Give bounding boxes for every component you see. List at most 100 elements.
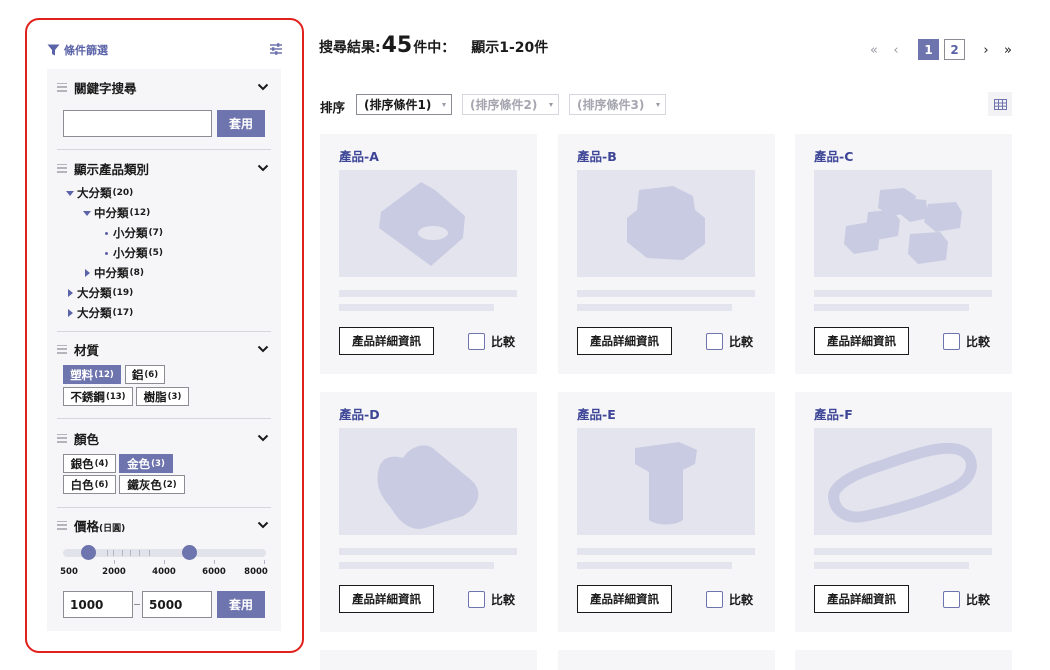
product-name[interactable]: 產品-E [577,404,616,423]
category-label: 大分類 [77,286,112,300]
price-min-handle[interactable] [81,545,96,560]
compare-checkbox[interactable] [706,591,723,608]
color-section-label: 顏色 [74,431,100,447]
prev-page-icon[interactable]: ‹ [890,39,902,61]
product-image[interactable] [814,170,992,277]
product-name[interactable]: 產品-B [577,146,617,165]
sort-select-2[interactable]: (排序條件2) [462,94,559,115]
category-tree-item[interactable]: 大分類 (17) [68,305,133,321]
compare-checkbox[interactable] [468,591,485,608]
price-max-input[interactable]: 5000 [142,591,212,618]
compare-label[interactable]: 比較 [966,591,990,608]
material-section-header[interactable]: 材質 [57,339,273,359]
product-card[interactable]: 產品-E 產品詳細資訊 比較 [558,392,775,632]
color-chip[interactable]: 鐵灰色 (2) [119,475,185,494]
color-section-header[interactable]: 顏色 [57,428,273,448]
product-card[interactable]: 產品-B 產品詳細資訊 比較 [558,134,775,374]
category-tree-item[interactable]: 大分類 (19) [68,285,133,301]
product-card[interactable]: 產品-F 產品詳細資訊 比較 [795,392,1012,632]
text-placeholder [814,548,992,555]
product-detail-button[interactable]: 產品詳細資訊 [339,585,434,613]
chevron-down-icon[interactable] [257,519,269,531]
price-apply-button[interactable]: 套用 [217,591,265,618]
drag-handle-icon[interactable] [57,433,67,443]
compare-checkbox[interactable] [943,333,960,350]
keyword-section-header[interactable]: 關鍵字搜尋 [57,77,273,97]
category-label: 大分類 [77,306,112,320]
product-image[interactable] [814,428,992,535]
category-tree-item[interactable]: 小分類 (5) [105,245,163,261]
price-min-input[interactable]: 1000 [63,591,133,618]
product-card[interactable]: 產品-D 產品詳細資訊 比較 [320,392,537,632]
compare-label[interactable]: 比較 [491,333,515,350]
product-detail-button[interactable]: 產品詳細資訊 [339,327,434,355]
chip-count: (3) [151,458,165,469]
first-page-icon[interactable]: « [868,39,880,61]
category-tree-item[interactable]: 大分類 (20) [66,185,133,201]
sort-select-1[interactable]: (排序條件1) [356,94,452,115]
compare-label[interactable]: 比較 [966,333,990,350]
page-button-2[interactable]: 2 [944,39,965,60]
product-image[interactable] [339,428,517,535]
compare-label[interactable]: 比較 [491,591,515,608]
product-detail-button[interactable]: 產品詳細資訊 [814,585,909,613]
chevron-down-icon[interactable] [257,343,269,355]
product-detail-button[interactable]: 產品詳細資訊 [577,327,672,355]
category-tree-item[interactable]: 中分類 (12) [83,205,150,221]
bullet-icon [105,251,108,255]
product-card[interactable]: 產品-C 產品詳細資訊 比較 [795,134,1012,374]
compare-checkbox[interactable] [943,591,960,608]
keyword-search-input[interactable] [63,110,212,137]
material-chip[interactable]: 塑料 (12) [63,365,121,384]
drag-handle-icon[interactable] [57,163,67,173]
chip-label: 樹脂 [143,389,167,404]
keyword-apply-button[interactable]: 套用 [217,110,265,137]
t-shaped-pin-image [635,442,697,525]
drag-handle-icon[interactable] [57,82,67,92]
next-page-icon[interactable]: › [980,39,992,61]
product-card-partial[interactable] [558,650,775,670]
product-card-partial[interactable] [795,650,1012,670]
chevron-down-icon[interactable] [257,81,269,93]
grid-view-icon [993,98,1007,110]
last-page-icon[interactable]: » [1002,39,1014,61]
chevron-down-icon[interactable] [257,432,269,444]
compare-label[interactable]: 比較 [729,591,753,608]
compare-checkbox[interactable] [706,333,723,350]
price-max-handle[interactable] [182,545,197,560]
material-chip[interactable]: 樹脂 (3) [136,387,189,406]
drag-handle-icon[interactable] [57,520,67,530]
product-name[interactable]: 產品-F [814,404,853,423]
product-detail-button[interactable]: 產品詳細資訊 [577,585,672,613]
product-name[interactable]: 產品-D [339,404,380,423]
filter-panel: 關鍵字搜尋 套用 顯示產品類別 大分類 (20) 中分類 (12) 小分類 (7) 小… [47,69,281,631]
category-tree-item[interactable]: 中分類 (8) [85,265,144,281]
category-tree-item[interactable]: 小分類 (7) [105,225,163,241]
sort-select-3[interactable]: (排序條件3) [569,94,666,115]
color-chip[interactable]: 銀色 (4) [63,454,116,473]
product-name[interactable]: 產品-A [339,146,379,165]
color-chip[interactable]: 白色 (6) [63,475,116,494]
compare-label[interactable]: 比較 [729,333,753,350]
product-name[interactable]: 產品-C [814,146,853,165]
product-card[interactable]: 產品-A 產品詳細資訊 比較 [320,134,537,374]
color-chip[interactable]: 金色 (3) [119,454,173,473]
grid-view-toggle[interactable] [988,92,1012,116]
text-placeholder [339,562,494,569]
product-card-partial[interactable] [320,650,537,670]
settings-sliders-icon[interactable] [269,42,283,56]
page-button-1[interactable]: 1 [918,39,939,60]
price-section-header[interactable]: 價格(日圓) [57,515,273,535]
axis-tick [164,560,165,564]
product-image[interactable] [577,428,755,535]
material-chip[interactable]: 鋁 (6) [125,365,165,384]
drag-handle-icon[interactable] [57,344,67,354]
material-chip[interactable]: 不銹鋼 (13) [63,387,133,406]
product-image[interactable] [339,170,517,277]
category-section-header[interactable]: 顯示產品類別 [57,158,273,178]
product-detail-button[interactable]: 產品詳細資訊 [814,327,909,355]
chevron-down-icon[interactable] [257,162,269,174]
compare-checkbox[interactable] [468,333,485,350]
product-image[interactable] [577,170,755,277]
category-label: 大分類 [77,186,112,200]
